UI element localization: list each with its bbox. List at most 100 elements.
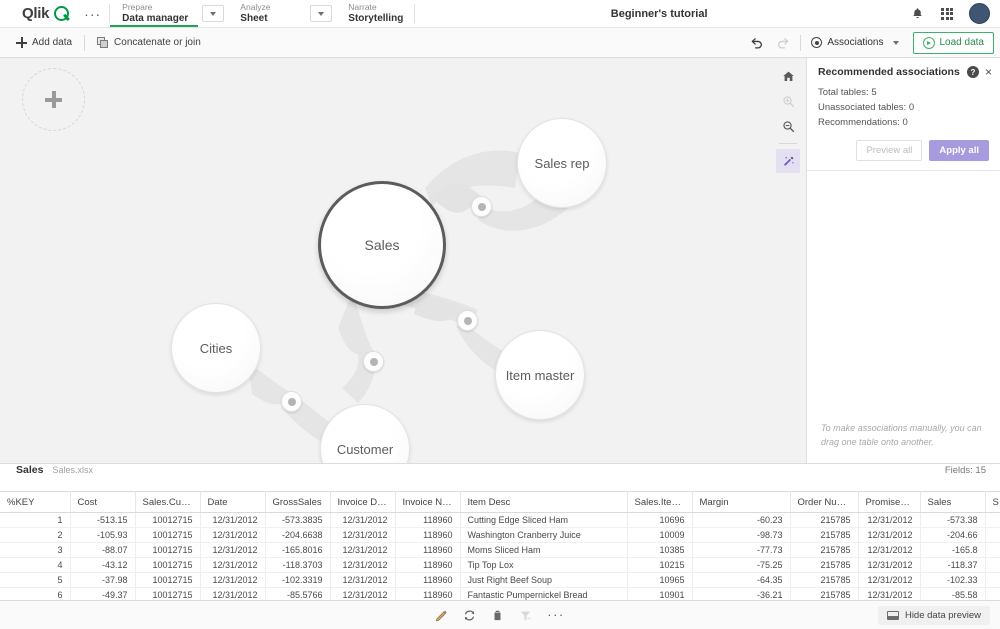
add-data-button[interactable]: Add data [8,32,80,54]
nav-analyze-dropdown[interactable] [310,5,332,22]
column-header[interactable]: Sales [920,492,985,513]
zoom-out-icon[interactable] [776,114,800,138]
edit-icon[interactable] [435,609,448,622]
table-cell: 12/31/2012 [330,588,395,602]
column-header[interactable]: %KEY [0,492,70,513]
load-data-button[interactable]: Load data [913,32,995,54]
table-row[interactable]: 6-49.371001271512/31/2012-85.576612/31/2… [0,588,1000,602]
column-header[interactable]: GrossSales [265,492,330,513]
concatenate-or-join-button[interactable]: Concatenate or join [89,32,209,54]
table-cell [985,573,1000,588]
column-header[interactable]: Sales.Item N... [627,492,692,513]
qlik-logo[interactable]: Qlik [0,0,76,27]
hide-data-preview-button[interactable]: Hide data preview [878,606,990,625]
play-icon [923,37,935,49]
table-cell: -513.15 [70,513,135,528]
table-bubble-sales-rep[interactable]: Sales rep [517,118,607,208]
avatar[interactable] [969,3,990,24]
nav-item-analyze[interactable]: Analyze Sheet [228,0,306,27]
help-icon[interactable]: ? [967,66,979,78]
column-header[interactable]: Margin [692,492,790,513]
table-row[interactable]: 3-88.071001271512/31/2012-165.801612/31/… [0,543,1000,558]
table-cell: 10012715 [135,588,200,602]
column-header[interactable]: Cost [70,492,135,513]
zoom-in-icon [776,89,800,113]
association-link-sales-salesrep[interactable] [471,196,492,217]
delete-icon[interactable] [491,609,504,622]
column-header[interactable]: Invoice Num... [395,492,460,513]
table-cell: 12/31/2012 [858,558,920,573]
app-title: Beginner's tutorial [415,0,903,27]
table-bubble-label: Sales [364,237,399,253]
nav-analyze-label: Sheet [240,13,296,25]
column-header[interactable]: Date [200,492,265,513]
table-cell: 10385 [627,543,692,558]
column-header[interactable]: Item Desc [460,492,627,513]
add-data-label: Add data [32,37,72,48]
tool-divider [779,143,797,144]
column-header[interactable]: Sales.Custo... [135,492,200,513]
undo-icon[interactable] [744,30,770,56]
table-cell: Washington Cranberry Juice [460,528,627,543]
association-link-sales-customer[interactable] [363,351,384,372]
table-cell: -102.3319 [265,573,330,588]
table-cell: 12/31/2012 [330,528,395,543]
column-header[interactable]: Promised D... [858,492,920,513]
plus-icon [45,91,62,108]
table-cell: -64.35 [692,573,790,588]
association-link-sales-itemmaster[interactable] [457,310,478,331]
chevron-down-icon [318,12,324,16]
bell-icon[interactable] [903,0,931,28]
table-cell: 5 [0,573,70,588]
magic-wand-icon[interactable] [776,149,800,173]
grid-icon[interactable] [933,0,961,28]
table-row[interactable]: 5-37.981001271512/31/2012-102.331912/31/… [0,573,1000,588]
overflow-menu-button[interactable]: ··· [76,0,109,27]
table-cell [985,513,1000,528]
nav-prepare-dropdown[interactable] [202,5,224,22]
table-cell: 215785 [790,543,858,558]
apply-all-button[interactable]: Apply all [929,140,989,161]
table-bubble-cities[interactable]: Cities [171,303,261,393]
table-cell: 215785 [790,573,858,588]
refresh-icon[interactable] [463,609,476,622]
more-icon[interactable]: ··· [547,611,565,619]
table-cell: 12/31/2012 [858,513,920,528]
table-cell: -573.3835 [265,513,330,528]
table-row[interactable]: 2-105.931001271512/31/2012-204.663812/31… [0,528,1000,543]
close-icon[interactable]: × [985,66,992,78]
table-cell [985,558,1000,573]
table-cell: 12/31/2012 [200,558,265,573]
associations-canvas[interactable]: Sales Sales rep Item master Cities Custo… [0,58,806,463]
table-cell: 118960 [395,528,460,543]
table-cell: 215785 [790,558,858,573]
association-link-cities-customer[interactable] [281,391,302,412]
column-header[interactable]: Invoice Date [330,492,395,513]
concatenate-label: Concatenate or join [114,37,201,48]
table-row[interactable]: 4-43.121001271512/31/2012-118.370312/31/… [0,558,1000,573]
table-cell: -85.5766 [265,588,330,602]
toolbar-right-actions: Associations Load data [744,28,1000,57]
qlik-q-icon [54,6,69,21]
data-preview-grid[interactable]: %KEYCostSales.Custo...DateGrossSalesInvo… [0,491,1000,601]
associations-button[interactable]: Associations [805,32,904,54]
add-table-button[interactable] [22,68,85,131]
preview-field-count: Fields: 15 [945,465,986,476]
nav-item-prepare[interactable]: Prepare Data manager [110,0,198,27]
table-bubble-item-master[interactable]: Item master [495,330,585,420]
table-cell: 4 [0,558,70,573]
home-icon[interactable] [776,64,800,88]
app-launcher-grid [941,8,953,20]
preview-all-button[interactable]: Preview all [856,140,922,161]
stat-recommendations: Recommendations: 0 [818,115,989,130]
table-row[interactable]: 1-513.151001271512/31/2012-573.383512/31… [0,513,1000,528]
table-cell: 215785 [790,588,858,602]
column-header[interactable]: S [985,492,1000,513]
table-cell: 10012715 [135,558,200,573]
table-bubble-sales[interactable]: Sales [318,181,446,309]
column-header[interactable]: Order Number [790,492,858,513]
stat-total-tables: Total tables: 5 [818,85,989,100]
table-cell: 12/31/2012 [330,513,395,528]
data-manager-toolbar: Add data Concatenate or join [0,28,1000,58]
nav-item-narrate[interactable]: Narrate Storytelling [336,0,414,27]
